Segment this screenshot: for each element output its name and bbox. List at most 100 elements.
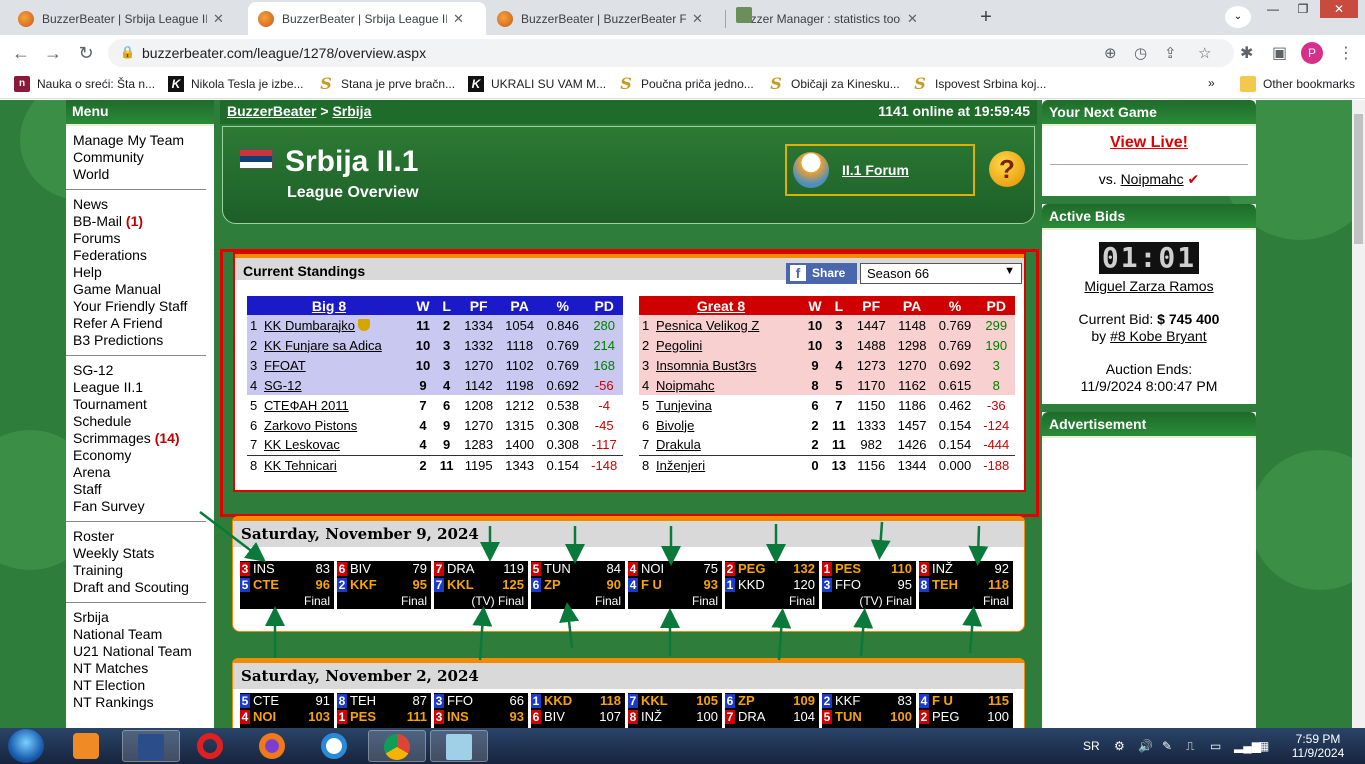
game-score-box[interactable]: 4F U1152PEG100Final <box>919 693 1013 728</box>
side-panel-icon[interactable]: ▣ <box>1272 43 1287 63</box>
team-link[interactable]: KK Funjare sa Adica <box>264 338 382 353</box>
browser-tab[interactable]: BuzzerBeater | BuzzerBeater Foru ✕ <box>487 2 725 35</box>
team-link[interactable]: Pegolini <box>656 338 702 353</box>
league-forum-link[interactable]: II.1 Forum <box>842 162 909 178</box>
browser-tab[interactable]: BuzzerBeater | Srbija League II.1 | ✕ <box>248 2 486 35</box>
menu-item-arena[interactable]: Arena <box>73 464 199 481</box>
back-icon[interactable]: ← <box>10 43 32 64</box>
bookmark-item[interactable]: S Poučna priča jedno... <box>618 76 754 92</box>
extensions-icon[interactable]: ✱ <box>1240 43 1253 63</box>
team-abbreviation[interactable]: DRA <box>447 561 474 577</box>
team-abbreviation[interactable]: TEH <box>350 693 376 709</box>
menu-item-community[interactable]: Community <box>73 149 199 166</box>
menu-item-schedule[interactable]: Schedule <box>73 413 199 430</box>
forward-icon[interactable]: → <box>42 43 64 64</box>
tab-search-icon[interactable]: ⌄ <box>1225 6 1251 28</box>
team-link[interactable]: FFOAT <box>264 358 306 373</box>
menu-item-world[interactable]: World <box>73 166 199 183</box>
close-window-icon[interactable]: ✕ <box>1320 0 1358 18</box>
team-abbreviation[interactable]: NOI <box>253 709 276 725</box>
menu-item-sg-12[interactable]: SG-12 <box>73 362 199 379</box>
menu-item-national-team[interactable]: National Team <box>73 626 199 643</box>
game-score-box[interactable]: 7KKL1058INŽ100Final <box>628 693 722 728</box>
profile-avatar[interactable]: P <box>1301 42 1323 64</box>
menu-item-nt-rankings[interactable]: NT Rankings <box>73 694 199 711</box>
menu-item-b3-predictions[interactable]: B3 Predictions <box>73 332 199 349</box>
share-icon[interactable]: ⇪ <box>1164 44 1177 62</box>
game-status[interactable]: Final <box>337 593 431 609</box>
team-abbreviation[interactable]: CTE <box>253 693 279 709</box>
team-abbreviation[interactable]: KKD <box>738 577 765 593</box>
game-score-box[interactable]: 5 TUN 84 6 ZP 90 Final <box>531 561 625 609</box>
language-indicator[interactable]: SR <box>1083 739 1100 753</box>
opponent-link[interactable]: Noipmahc <box>1121 171 1184 187</box>
team-link[interactable]: Insomnia Bust3rs <box>656 358 756 373</box>
team-abbreviation[interactable]: FFO <box>835 577 861 593</box>
team-abbreviation[interactable]: INŽ <box>641 709 662 725</box>
team-link[interactable]: KK Dumbarajko <box>264 318 355 333</box>
menu-item-help[interactable]: Help <box>73 264 199 281</box>
conference-name[interactable]: Big 8 <box>247 296 411 315</box>
url-text[interactable]: buzzerbeater.com/league/1278/overview.as… <box>142 45 426 61</box>
game-score-box[interactable]: 2 PEG 132 1 KKD 120 Final <box>725 561 819 609</box>
network-icon[interactable]: ⎍ <box>1186 739 1194 754</box>
menu-item-nt-matches[interactable]: NT Matches <box>73 660 199 677</box>
team-abbreviation[interactable]: F U <box>932 693 953 709</box>
game-score-box[interactable]: 8 INŽ 92 8 TEH 118 Final <box>919 561 1013 609</box>
team-link[interactable]: Tunjevina <box>656 398 712 413</box>
game-score-box[interactable]: 6 BIV 79 2 KKF 95 Final <box>337 561 431 609</box>
game-score-box[interactable]: 3 INS 83 5 CTE 96 Final <box>240 561 334 609</box>
bookmark-item[interactable]: S Ispovest Srbina koj... <box>912 76 1046 92</box>
league-forum-box[interactable]: II.1 Forum <box>785 144 975 196</box>
team-abbreviation[interactable]: TUN <box>544 561 571 577</box>
menu-item-u21-national-team[interactable]: U21 National Team <box>73 643 199 660</box>
bookmark-item[interactable]: S Običaji za Kinesku... <box>768 76 900 92</box>
team-abbreviation[interactable]: PES <box>350 709 376 725</box>
team-abbreviation[interactable]: TEH <box>932 577 958 593</box>
taskbar-chrome[interactable] <box>368 730 426 762</box>
view-live-link[interactable]: View Live! <box>1042 134 1256 152</box>
help-icon[interactable]: ? <box>989 151 1025 187</box>
minimize-icon[interactable]: — <box>1258 0 1288 18</box>
menu-item-economy[interactable]: Economy <box>73 447 199 464</box>
team-abbreviation[interactable]: CTE <box>253 577 279 593</box>
game-score-box[interactable]: 1KKD1186BIV107Final <box>531 693 625 728</box>
menu-item-nt-election[interactable]: NT Election <box>73 677 199 694</box>
bookmark-item[interactable]: S Stana je prve bračn... <box>318 76 455 92</box>
tab-close-icon[interactable]: ✕ <box>213 11 224 27</box>
menu-item-weekly-stats[interactable]: Weekly Stats <box>73 545 199 562</box>
taskbar-floppy-app[interactable] <box>122 730 180 762</box>
taskbar-media-player[interactable] <box>58 730 116 762</box>
restore-icon[interactable]: ❐ <box>1288 0 1318 18</box>
team-abbreviation[interactable]: TUN <box>835 709 862 725</box>
team-link[interactable]: KK Leskovac <box>264 437 340 452</box>
game-score-box[interactable]: 5CTE914NOI103Final <box>240 693 334 728</box>
game-score-box[interactable]: 2KKF835TUN100Final <box>822 693 916 728</box>
menu-item-training[interactable]: Training <box>73 562 199 579</box>
menu-item-fan-survey[interactable]: Fan Survey <box>73 498 199 515</box>
team-abbreviation[interactable]: PEG <box>932 709 959 725</box>
taskbar-firefox[interactable] <box>244 730 302 762</box>
chrome-menu-icon[interactable]: ⋮ <box>1338 43 1354 63</box>
browser-tab[interactable]: Buzzer Manager : statistics tools f ✕ <box>726 2 964 35</box>
breadcrumb-root[interactable]: BuzzerBeater <box>227 103 316 119</box>
game-status[interactable]: Final <box>628 593 722 609</box>
tab-close-icon[interactable]: ✕ <box>453 11 464 27</box>
team-link[interactable]: СТЕФАН 2011 <box>264 398 349 413</box>
menu-item-staff[interactable]: Staff <box>73 481 199 498</box>
tab-close-icon[interactable]: ✕ <box>692 11 703 27</box>
game-score-box[interactable]: 3FFO663INS93Final <box>434 693 528 728</box>
team-link[interactable]: Bivolje <box>656 418 694 433</box>
team-link[interactable]: SG-12 <box>264 378 302 393</box>
game-status[interactable]: Final <box>531 593 625 609</box>
taskbar-notes[interactable] <box>430 730 488 762</box>
game-status[interactable]: (TV) Final <box>434 593 528 609</box>
omnibox[interactable]: 🔒 buzzerbeater.com/league/1278/overview.… <box>108 39 1234 67</box>
menu-item-roster[interactable]: Roster <box>73 528 199 545</box>
zoom-icon[interactable]: ⊕ <box>1104 44 1117 62</box>
new-tab-button[interactable]: + <box>974 6 998 30</box>
facebook-share-button[interactable]: f Share <box>786 263 857 284</box>
team-link[interactable]: Pesnica Velikog Z <box>656 318 759 333</box>
game-score-box[interactable]: 6ZP1097DRA104Final <box>725 693 819 728</box>
volume-icon[interactable]: 🔊 <box>1138 739 1153 753</box>
